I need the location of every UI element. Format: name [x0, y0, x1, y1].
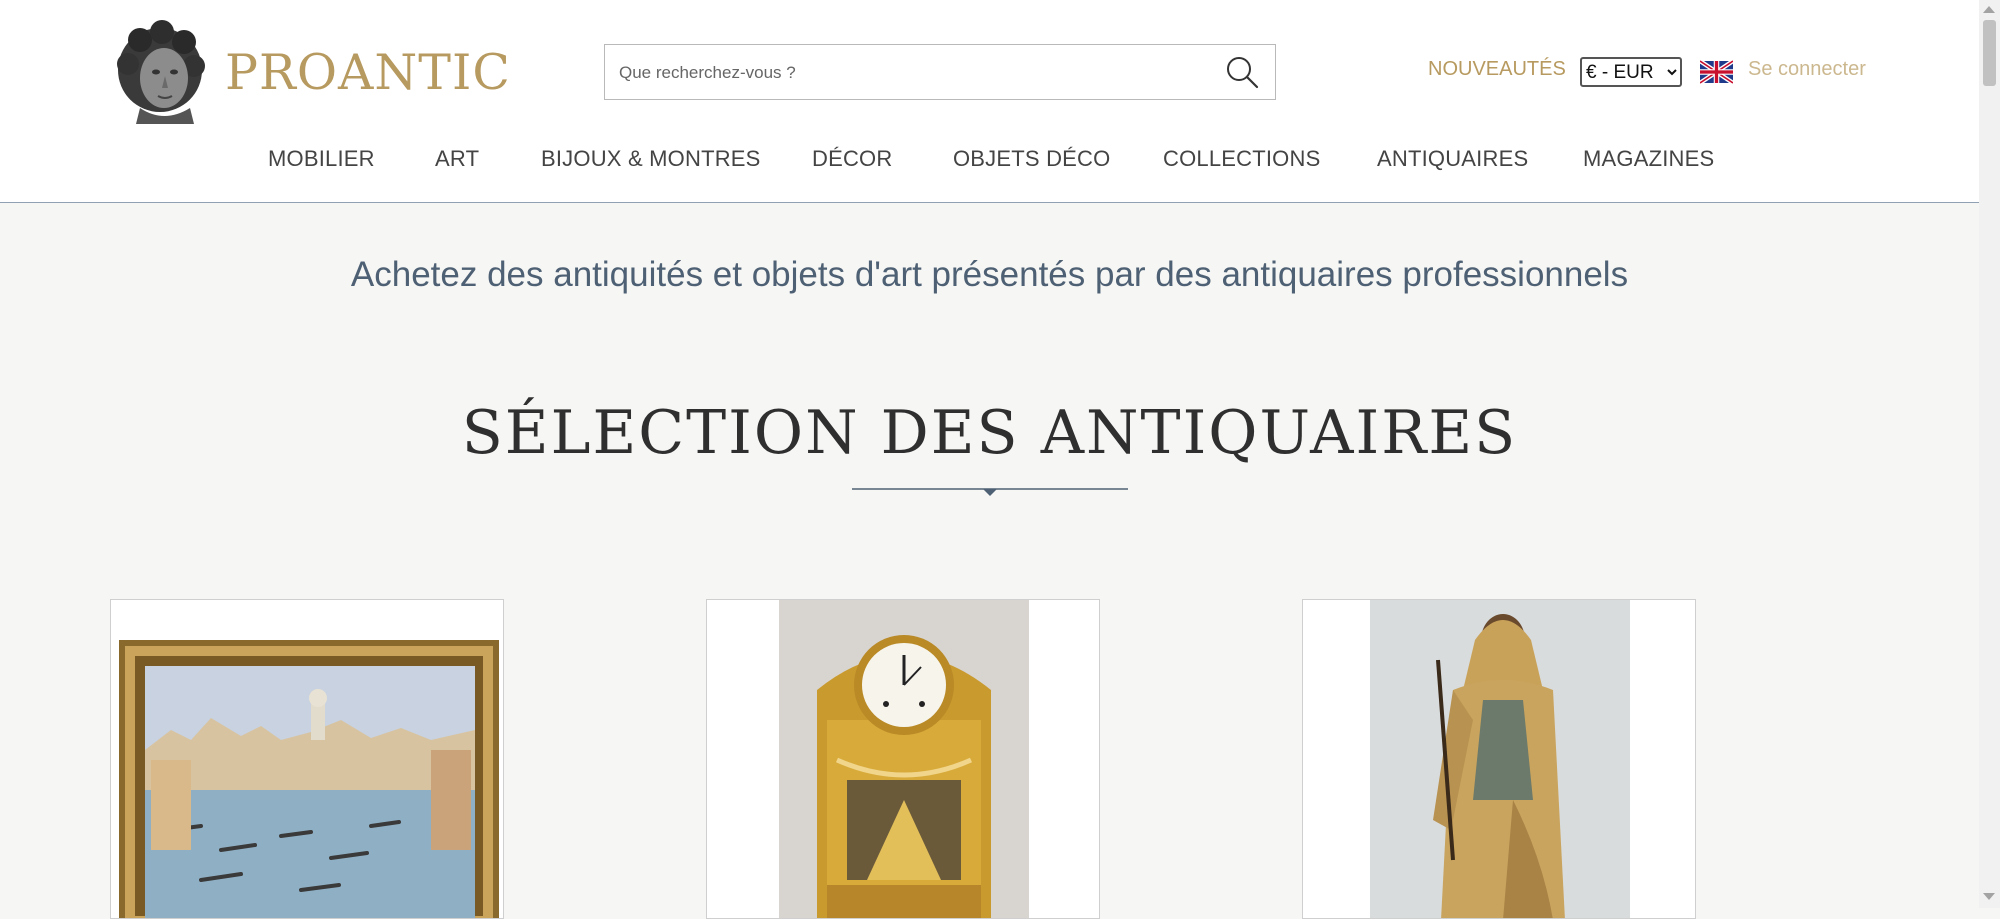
- brand-name[interactable]: PROANTIC: [225, 44, 511, 101]
- nav-item-magazines[interactable]: MAGAZINES: [1583, 146, 1714, 172]
- product-card-clock[interactable]: [706, 599, 1100, 919]
- search-input[interactable]: [617, 45, 1201, 101]
- section-title: SÉLECTION DES ANTIQUAIRES: [461, 398, 1518, 468]
- page-scrollbar[interactable]: [1979, 0, 2000, 908]
- logo-bust-icon[interactable]: [110, 20, 210, 124]
- search-icon[interactable]: [1223, 53, 1261, 91]
- login-link[interactable]: Se connecter: [1748, 58, 1866, 81]
- statue-image: [1303, 600, 1695, 918]
- title-divider: [852, 488, 1128, 496]
- product-card-painting[interactable]: [110, 599, 504, 919]
- nav-item-objets-deco[interactable]: OBJETS DÉCO: [953, 146, 1110, 172]
- painting-image: [111, 600, 503, 918]
- site-header: PROANTIC NOUVEAUTÉS € - EUR Se connecter…: [0, 0, 1979, 203]
- uk-flag-icon[interactable]: [1700, 60, 1733, 84]
- nav-item-collections[interactable]: COLLECTIONS: [1163, 146, 1320, 172]
- nav-item-art[interactable]: ART: [435, 146, 479, 172]
- product-card-statue[interactable]: [1302, 599, 1696, 919]
- nav-item-mobilier[interactable]: MOBILIER: [268, 146, 375, 172]
- new-arrivals-link[interactable]: NOUVEAUTÉS: [1428, 58, 1566, 81]
- nav-item-bijoux-montres[interactable]: BIJOUX & MONTRES: [541, 146, 761, 172]
- scroll-down-arrow-icon[interactable]: [1983, 893, 1995, 900]
- clock-image: [707, 600, 1099, 918]
- nav-item-decor[interactable]: DÉCOR: [812, 146, 892, 172]
- page-tagline: Achetez des antiquités et objets d'art p…: [350, 255, 1629, 294]
- nav-item-antiquaires[interactable]: ANTIQUAIRES: [1377, 146, 1528, 172]
- search-box: [604, 44, 1276, 101]
- scroll-up-arrow-icon[interactable]: [1983, 6, 1995, 13]
- scroll-thumb[interactable]: [1983, 20, 1996, 86]
- currency-select[interactable]: € - EUR: [1580, 57, 1682, 87]
- main-nav: MOBILIER ART BIJOUX & MONTRES DÉCOR OBJE…: [0, 146, 1979, 182]
